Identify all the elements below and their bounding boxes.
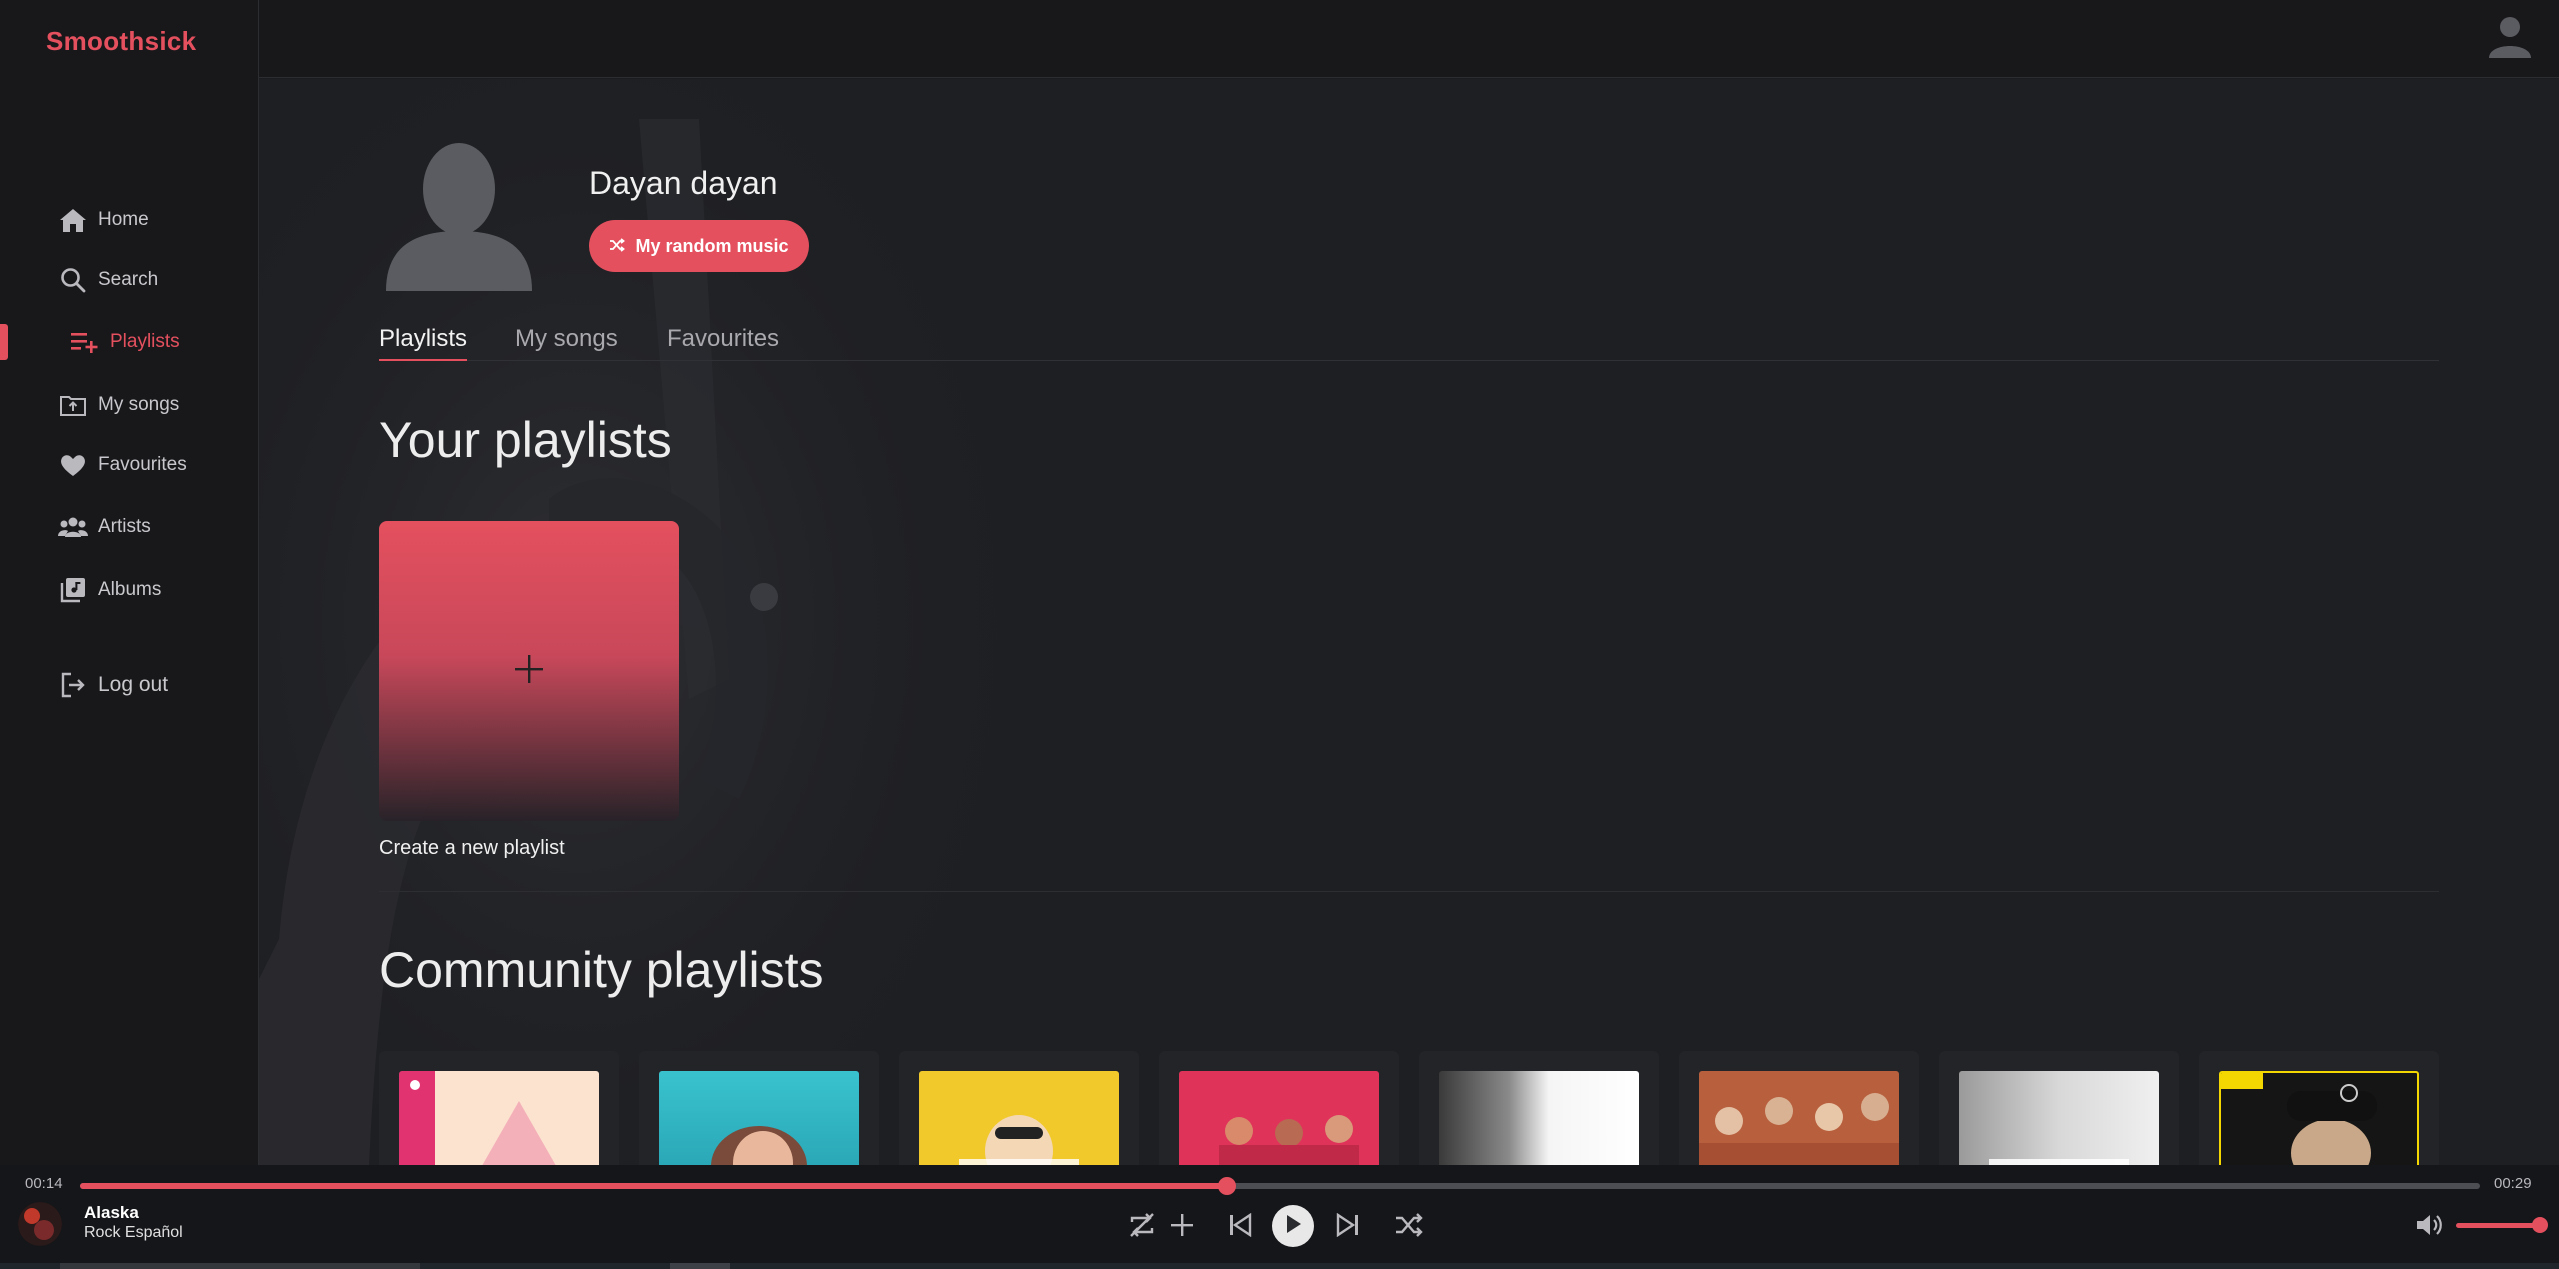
community-playlist-card[interactable]	[1159, 1051, 1399, 1165]
tab-playlists[interactable]: Playlists	[379, 325, 468, 361]
progress-knob[interactable]	[1218, 1177, 1237, 1195]
tab-favourites[interactable]: Favourites	[667, 325, 779, 359]
profile-name: Dayan dayan	[589, 165, 778, 201]
section-divider	[379, 891, 2439, 892]
playlist-cover	[1179, 1071, 1379, 1165]
random-music-label: My random music	[635, 235, 789, 256]
random-music-button[interactable]: My random music	[589, 220, 809, 272]
people-icon	[58, 512, 88, 542]
community-playlist-card[interactable]	[1939, 1051, 2179, 1165]
sidebar-item-albums[interactable]: Albums	[0, 568, 258, 612]
sidebar: Smoothsick Home Search Playlists My song…	[0, 0, 259, 1165]
volume-slider[interactable]	[2456, 1223, 2540, 1228]
sidebar-item-search[interactable]: Search	[0, 258, 258, 302]
now-playing-artist[interactable]: Rock Español	[84, 1224, 183, 1242]
sidebar-item-label: Artists	[98, 516, 151, 537]
community-playlist-card[interactable]	[2199, 1051, 2439, 1165]
upload-folder-icon	[58, 390, 88, 420]
active-indicator	[0, 324, 8, 360]
shuffle-icon[interactable]	[1391, 1207, 1427, 1243]
bottom-edge-segment	[60, 1263, 420, 1269]
your-playlists-heading: Your playlists	[379, 412, 672, 468]
now-playing-title[interactable]: Alaska	[84, 1203, 139, 1223]
community-playlist-card[interactable]	[379, 1051, 619, 1165]
sidebar-item-label: Playlists	[110, 331, 180, 352]
user-avatar-button[interactable]	[2485, 10, 2535, 60]
now-playing-cover[interactable]	[18, 1202, 62, 1246]
search-icon	[58, 265, 88, 295]
sidebar-item-label: Favourites	[98, 454, 187, 475]
logout-label: Log out	[98, 673, 169, 696]
repeat-off-icon[interactable]	[1124, 1207, 1160, 1243]
bottom-edge-segment	[670, 1263, 730, 1269]
community-playlist-card[interactable]	[639, 1051, 879, 1165]
playlist-cover	[399, 1071, 599, 1165]
progress-fill	[80, 1183, 1228, 1189]
profile-avatar	[384, 139, 534, 291]
playlist-add-icon	[70, 327, 100, 357]
play-button[interactable]	[1272, 1205, 1314, 1247]
app-logo[interactable]: Smoothsick	[46, 26, 196, 57]
create-playlist-card[interactable]	[379, 521, 679, 821]
community-playlists-row	[379, 1051, 2439, 1165]
elapsed-time: 00:14	[25, 1175, 63, 1192]
sidebar-item-artists[interactable]: Artists	[0, 505, 258, 549]
tab-my-songs[interactable]: My songs	[515, 325, 618, 359]
sidebar-item-label: Search	[98, 269, 159, 290]
create-playlist-label[interactable]: Create a new playlist	[379, 837, 565, 860]
playlist-cover	[659, 1071, 859, 1165]
album-library-icon	[58, 575, 88, 605]
community-playlists-heading: Community playlists	[379, 942, 824, 998]
playlist-cover	[1699, 1071, 1899, 1165]
volume-icon[interactable]	[2414, 1209, 2446, 1241]
community-playlist-card[interactable]	[899, 1051, 1139, 1165]
sidebar-item-label: My songs	[98, 394, 180, 415]
community-playlist-card[interactable]	[1419, 1051, 1659, 1165]
add-to-playlist-icon[interactable]	[1164, 1207, 1200, 1243]
play-icon	[1284, 1214, 1302, 1239]
volume-knob[interactable]	[2532, 1217, 2548, 1233]
sidebar-item-label: Home	[98, 209, 149, 230]
playlist-cover	[2219, 1071, 2419, 1165]
player-bar: 00:14 00:29 Alaska Rock Español	[0, 1165, 2559, 1269]
home-icon	[58, 205, 88, 235]
playlist-cover	[1439, 1071, 1639, 1165]
previous-icon[interactable]	[1222, 1207, 1258, 1243]
sidebar-item-label: Albums	[98, 579, 162, 600]
profile-tabs: Playlists My songs Favourites	[379, 325, 2439, 361]
heart-icon	[58, 450, 88, 480]
main-content: Dayan dayan My random music Playlists My…	[259, 79, 2559, 1165]
logout-button[interactable]: Log out	[0, 663, 258, 707]
plus-icon	[513, 653, 545, 690]
next-icon[interactable]	[1330, 1207, 1366, 1243]
community-playlist-card[interactable]	[1679, 1051, 1919, 1165]
shuffle-icon	[609, 236, 626, 257]
top-bar	[259, 0, 2559, 78]
sidebar-item-home[interactable]: Home	[0, 198, 258, 242]
track-duration: 00:29	[2494, 1175, 2532, 1192]
playlist-cover	[919, 1071, 1119, 1165]
playlist-cover	[1959, 1071, 2159, 1165]
sidebar-item-favourites[interactable]: Favourites	[0, 443, 258, 487]
sidebar-item-playlists[interactable]: Playlists	[0, 320, 258, 364]
sidebar-item-my-songs[interactable]: My songs	[0, 383, 258, 427]
logout-icon	[58, 670, 88, 700]
progress-slider[interactable]	[80, 1177, 2480, 1195]
